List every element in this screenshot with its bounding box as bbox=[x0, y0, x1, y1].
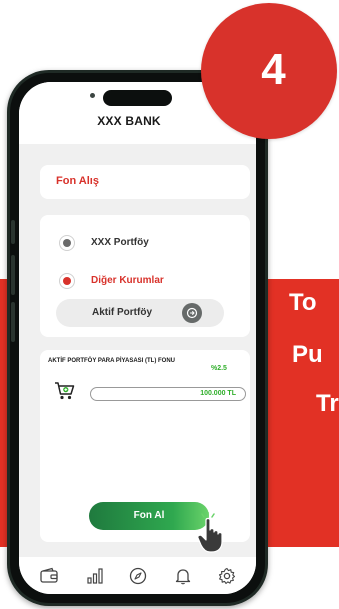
fon-alis-card: Fon Alış bbox=[40, 165, 250, 199]
fund-name: AKTİF PORTFÖY PARA PİYASASI (TL) FONU bbox=[48, 358, 176, 364]
radio-diger-kurumlar[interactable] bbox=[59, 273, 75, 289]
compass-icon[interactable] bbox=[128, 566, 148, 586]
chart-icon[interactable] bbox=[85, 566, 105, 586]
fon-al-button[interactable]: Fon Al bbox=[89, 502, 209, 530]
radio-xxx-portfoy[interactable] bbox=[59, 235, 75, 251]
fund-rate: %2.5 bbox=[211, 365, 227, 372]
hand-pointer-icon bbox=[196, 511, 232, 554]
amount-field[interactable]: 100.000 TL bbox=[90, 387, 246, 401]
phone-side-button bbox=[11, 220, 15, 244]
step-number: 4 bbox=[261, 45, 286, 94]
option-label-diger-kurumlar[interactable]: Diğer Kurumlar bbox=[91, 275, 164, 286]
phone-screen: XXX BANK Fon Alış XXX Portföy Diğer Kuru… bbox=[19, 82, 256, 594]
phone-volume-down-button bbox=[11, 302, 15, 342]
bell-icon[interactable] bbox=[173, 566, 193, 586]
cart-icon bbox=[54, 381, 76, 401]
amount-value: 100.000 TL bbox=[200, 390, 236, 397]
provider-select-label: Aktif Portföy bbox=[92, 307, 152, 318]
side-caption-line-3: Tr bbox=[316, 390, 339, 417]
option-label-xxx-portfoy[interactable]: XXX Portföy bbox=[91, 237, 149, 248]
provider-options-card: XXX Portföy Diğer Kurumlar Aktif Portföy bbox=[40, 215, 250, 337]
provider-select-button[interactable]: Aktif Portföy bbox=[56, 299, 224, 327]
phone-notch bbox=[103, 90, 172, 106]
arrow-circle-icon bbox=[182, 303, 202, 323]
wallet-icon[interactable] bbox=[39, 566, 59, 586]
side-caption-line-2: Pu bbox=[292, 341, 323, 368]
side-caption-line-1: To bbox=[289, 289, 317, 316]
fon-alis-title: Fon Alış bbox=[56, 175, 99, 187]
step-badge: 4 bbox=[201, 3, 337, 139]
phone-volume-up-button bbox=[11, 255, 15, 295]
fon-al-label: Fon Al bbox=[133, 510, 165, 521]
settings-icon[interactable] bbox=[217, 566, 237, 586]
front-camera bbox=[90, 93, 95, 98]
bank-title: XXX BANK bbox=[97, 114, 161, 128]
bottom-navigation bbox=[19, 557, 256, 594]
